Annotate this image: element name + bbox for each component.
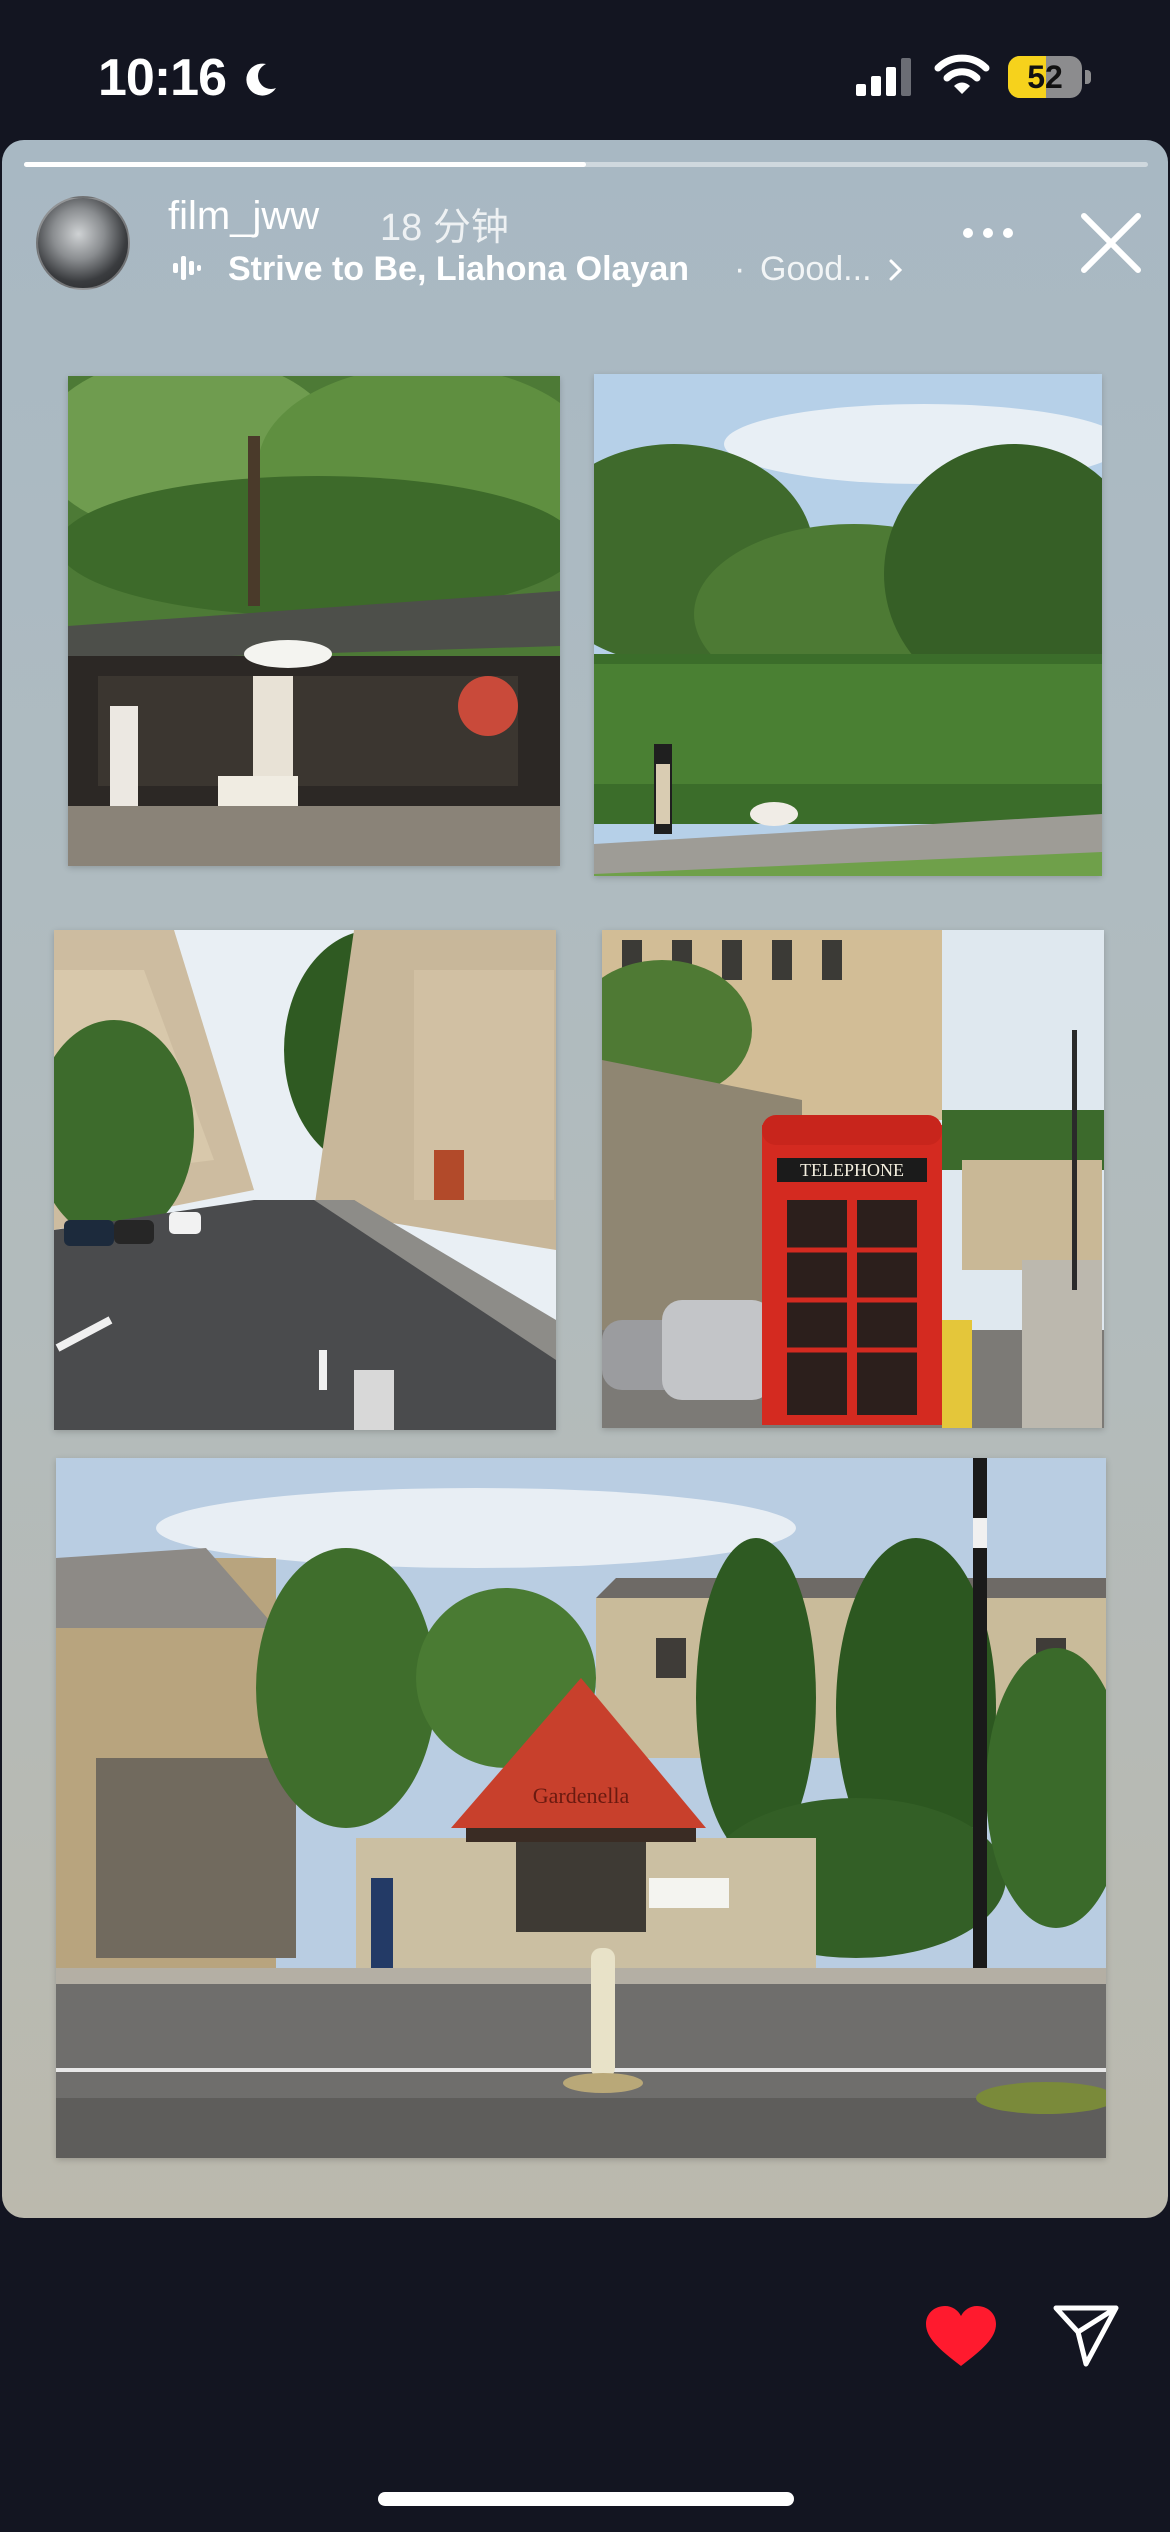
shop-sign: Gardenella — [533, 1783, 630, 1808]
post-timestamp: 18 分钟 — [380, 207, 509, 249]
music-bars-icon — [173, 256, 201, 280]
story-progress-bar — [24, 162, 1148, 167]
battery-level: 52 — [1027, 59, 1063, 95]
city-street-scene — [54, 930, 556, 1430]
status-bar: 10:16 52 — [0, 0, 1170, 140]
battery-body: 52 — [1008, 56, 1082, 98]
battery-indicator: 52 — [1008, 56, 1092, 98]
park-walk-scene — [594, 374, 1102, 876]
home-indicator[interactable] — [378, 2492, 794, 2506]
signal-icon — [856, 58, 911, 96]
market-cafe-scene — [68, 376, 560, 866]
music-title: Strive to Be, Liahona Olayan — [228, 250, 690, 288]
wifi-icon — [934, 54, 990, 94]
close-icon[interactable] — [1078, 210, 1144, 276]
photo-market-cafe — [68, 376, 560, 866]
telephone-sign: TELEPHONE — [800, 1160, 904, 1180]
story-viewer-screen: 10:16 52 film_jww 18 分钟 Strive to Be, Li… — [0, 0, 1170, 2532]
battery-cap — [1085, 70, 1091, 84]
chevron-right-icon — [889, 259, 903, 281]
status-time: 10:16 — [98, 49, 227, 107]
send-icon[interactable] — [1052, 2302, 1120, 2370]
photo-garden-shop: Gardenella — [56, 1458, 1106, 2158]
music-separator: · — [734, 250, 746, 288]
moon-icon — [246, 63, 276, 96]
garden-shop-scene: Gardenella — [56, 1458, 1106, 2158]
story-card[interactable]: film_jww 18 分钟 Strive to Be, Liahona Ola… — [2, 140, 1168, 2218]
story-progress-fill — [24, 162, 586, 167]
photo-city-street — [54, 930, 556, 1430]
photo-park-walk — [594, 374, 1102, 876]
username[interactable]: film_jww — [168, 194, 319, 239]
more-icon[interactable] — [960, 218, 1016, 248]
photo-telephone-box: TELEPHONE — [602, 930, 1104, 1428]
music-album: Good... — [760, 250, 872, 288]
heart-icon[interactable] — [924, 2304, 998, 2370]
avatar[interactable] — [36, 196, 130, 290]
telephone-box-scene: TELEPHONE — [602, 930, 1104, 1428]
music-attribution[interactable]: Strive to Be, Liahona Olayan · Good... — [172, 246, 912, 290]
